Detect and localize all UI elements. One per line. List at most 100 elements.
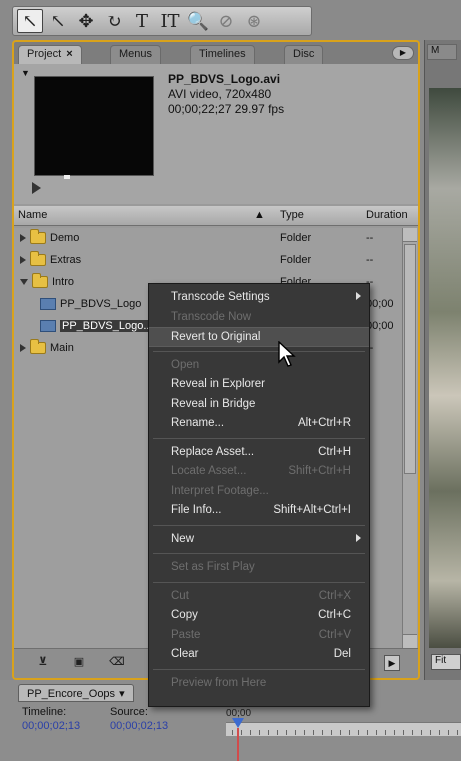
thumbnail-play-icon[interactable] (32, 182, 41, 194)
ruler-tick (322, 730, 323, 735)
menu-item-label: Reveal in Bridge (171, 397, 256, 410)
menu-item-transcode-now[interactable]: Transcode Now (149, 308, 369, 328)
menu-item-open[interactable]: Open (149, 356, 369, 376)
menu-item-reveal-in-explorer[interactable]: Reveal in Explorer (149, 375, 369, 395)
menu-item-file-info[interactable]: File Info... Shift+Alt+Ctrl+I (149, 501, 369, 521)
menu-item-copy[interactable]: Copy Ctrl+C (149, 606, 369, 626)
list-item[interactable]: Extras Folder -- (14, 250, 402, 272)
menu-item-revert-to-original[interactable]: Revert to Original (149, 327, 369, 347)
monitor-video-frame (429, 88, 461, 648)
text-tool-icon[interactable]: T (129, 9, 155, 33)
menu-separator (153, 524, 365, 526)
rotate-tool-icon[interactable]: ↻ (101, 9, 127, 33)
ruler-tick (340, 730, 341, 735)
ruler-tick (313, 730, 314, 735)
new-item-icon[interactable]: ▣ (70, 655, 88, 671)
collapse-preview-icon[interactable]: ▼ (21, 68, 30, 78)
ruler-tick (412, 730, 413, 735)
selection-tool-icon[interactable]: ↖ (17, 9, 43, 33)
menu-item-reveal-in-bridge[interactable]: Reveal in Bridge (149, 395, 369, 415)
move-tool-icon[interactable]: ✥ (73, 9, 99, 33)
vertical-text-tool-icon[interactable]: IT (157, 9, 183, 33)
menu-item-clear[interactable]: Clear Del (149, 645, 369, 665)
close-tab-icon[interactable]: × (66, 48, 72, 60)
ruler-tick (385, 730, 386, 735)
column-header-type[interactable]: Type (280, 209, 304, 221)
menu-item-label: New (171, 532, 195, 545)
source-timecode[interactable]: 00;00;02;13 (110, 720, 168, 732)
asset-type-line: AVI video, 720x480 (168, 87, 272, 101)
timeline-timecode[interactable]: 00;00;02;13 (22, 720, 80, 732)
list-item[interactable]: Demo Folder -- (14, 228, 402, 250)
menu-item-label: Set as First Play (171, 561, 255, 573)
panel-menu-button[interactable]: ▶ (392, 46, 414, 60)
tab-disc[interactable]: Disc (284, 45, 324, 64)
context-menu: Transcode Settings Transcode Now Revert to… (148, 283, 370, 707)
zoom-tool-icon[interactable]: 🔍 (185, 9, 211, 33)
menu-item-shortcut: Shift+Alt+Ctrl+I (273, 504, 351, 516)
menu-item-preview-from-here[interactable]: Preview from Here (149, 674, 369, 694)
ruler-tick (241, 730, 242, 735)
playhead-icon[interactable] (232, 718, 244, 728)
expand-triangle-icon[interactable] (20, 344, 26, 352)
list-scrollbar[interactable] (402, 228, 417, 648)
item-name: Intro (52, 276, 75, 288)
item-name-cell: Extras (20, 251, 81, 266)
expand-triangle-icon[interactable] (20, 234, 26, 242)
zoom-fit-select[interactable]: Fit (431, 654, 461, 670)
menu-item-label: Reveal in Explorer (171, 378, 265, 390)
sort-ascending-icon[interactable]: ▲ (254, 209, 265, 221)
time-ruler[interactable] (226, 722, 461, 736)
column-header-duration[interactable]: Duration (366, 209, 408, 221)
menu-item-shortcut: Ctrl+X (318, 589, 351, 602)
list-column-header: Name ▲ Type Duration (14, 206, 418, 226)
menu-item-new[interactable]: New (149, 530, 369, 550)
timeline-tab[interactable]: PP_Encore_Oops ▾ (18, 684, 134, 702)
ruler-tick (331, 730, 332, 735)
collapse-triangle-icon[interactable] (20, 279, 28, 285)
source-label: Source: (110, 706, 148, 718)
menu-item-set-as-first-play[interactable]: Set as First Play (149, 558, 369, 578)
scrollbar-thumb[interactable] (404, 244, 416, 474)
item-name: Main (50, 342, 74, 354)
delete-icon[interactable]: ⌫ (108, 655, 126, 671)
panel-expand-icon[interactable]: ▶ (384, 655, 400, 671)
scroll-up-arrow[interactable] (403, 228, 417, 242)
ruler-tick (367, 730, 368, 735)
drag-tool-icon[interactable]: ⊘ (213, 9, 239, 33)
thumbnail-position-marker[interactable] (64, 175, 70, 179)
video-clip-icon (40, 320, 56, 332)
timeline-label: Timeline: (22, 706, 67, 718)
menu-item-label: Replace Asset... (171, 445, 255, 458)
asset-duration-line: 00;00;22;27 29.97 fps (168, 102, 285, 116)
monitor-tab[interactable]: M (427, 44, 457, 60)
tab-dropdown-icon[interactable]: ▾ (119, 688, 125, 700)
menu-item-interpret-footage[interactable]: Interpret Footage... (149, 482, 369, 502)
tab-timelines[interactable]: Timelines (190, 45, 255, 64)
item-name: PP_BDVS_Logo... (60, 320, 155, 332)
ruler-tick (448, 730, 449, 735)
mouse-pointer-icon (278, 341, 296, 367)
tab-menus[interactable]: Menus (110, 45, 162, 64)
timeline-tab-label: PP_Encore_Oops (27, 688, 116, 700)
menu-item-cut[interactable]: Cut Ctrl+X (149, 587, 369, 607)
panel-tab-bar: Project × Menus Timelines Disc (14, 42, 418, 64)
menu-item-label: Cut (171, 589, 189, 602)
column-header-name[interactable]: Name (18, 209, 47, 221)
menu-item-replace-asset[interactable]: Replace Asset... Ctrl+H (149, 443, 369, 463)
menu-item-rename[interactable]: Rename... Alt+Ctrl+R (149, 414, 369, 434)
ruler-tick (277, 730, 278, 735)
tab-project[interactable]: Project × (18, 45, 82, 64)
menu-item-transcode-settings[interactable]: Transcode Settings (149, 288, 369, 308)
expand-triangle-icon[interactable] (20, 256, 26, 264)
pick-whip-tool-icon[interactable]: ⊛ (241, 9, 267, 33)
direct-select-tool-icon[interactable]: ↖ (45, 9, 71, 33)
menu-item-locate-asset[interactable]: Locate Asset... Shift+Ctrl+H (149, 462, 369, 482)
filter-icon[interactable]: ⊻ (34, 655, 52, 671)
menu-separator (153, 553, 365, 554)
asset-info: PP_BDVS_Logo.avi AVI video, 720x480 00;0… (168, 72, 284, 117)
item-duration: -- (366, 232, 374, 244)
scroll-down-arrow[interactable] (403, 634, 417, 648)
menu-item-paste[interactable]: Paste Ctrl+V (149, 626, 369, 646)
tab-label: Project (27, 48, 62, 60)
